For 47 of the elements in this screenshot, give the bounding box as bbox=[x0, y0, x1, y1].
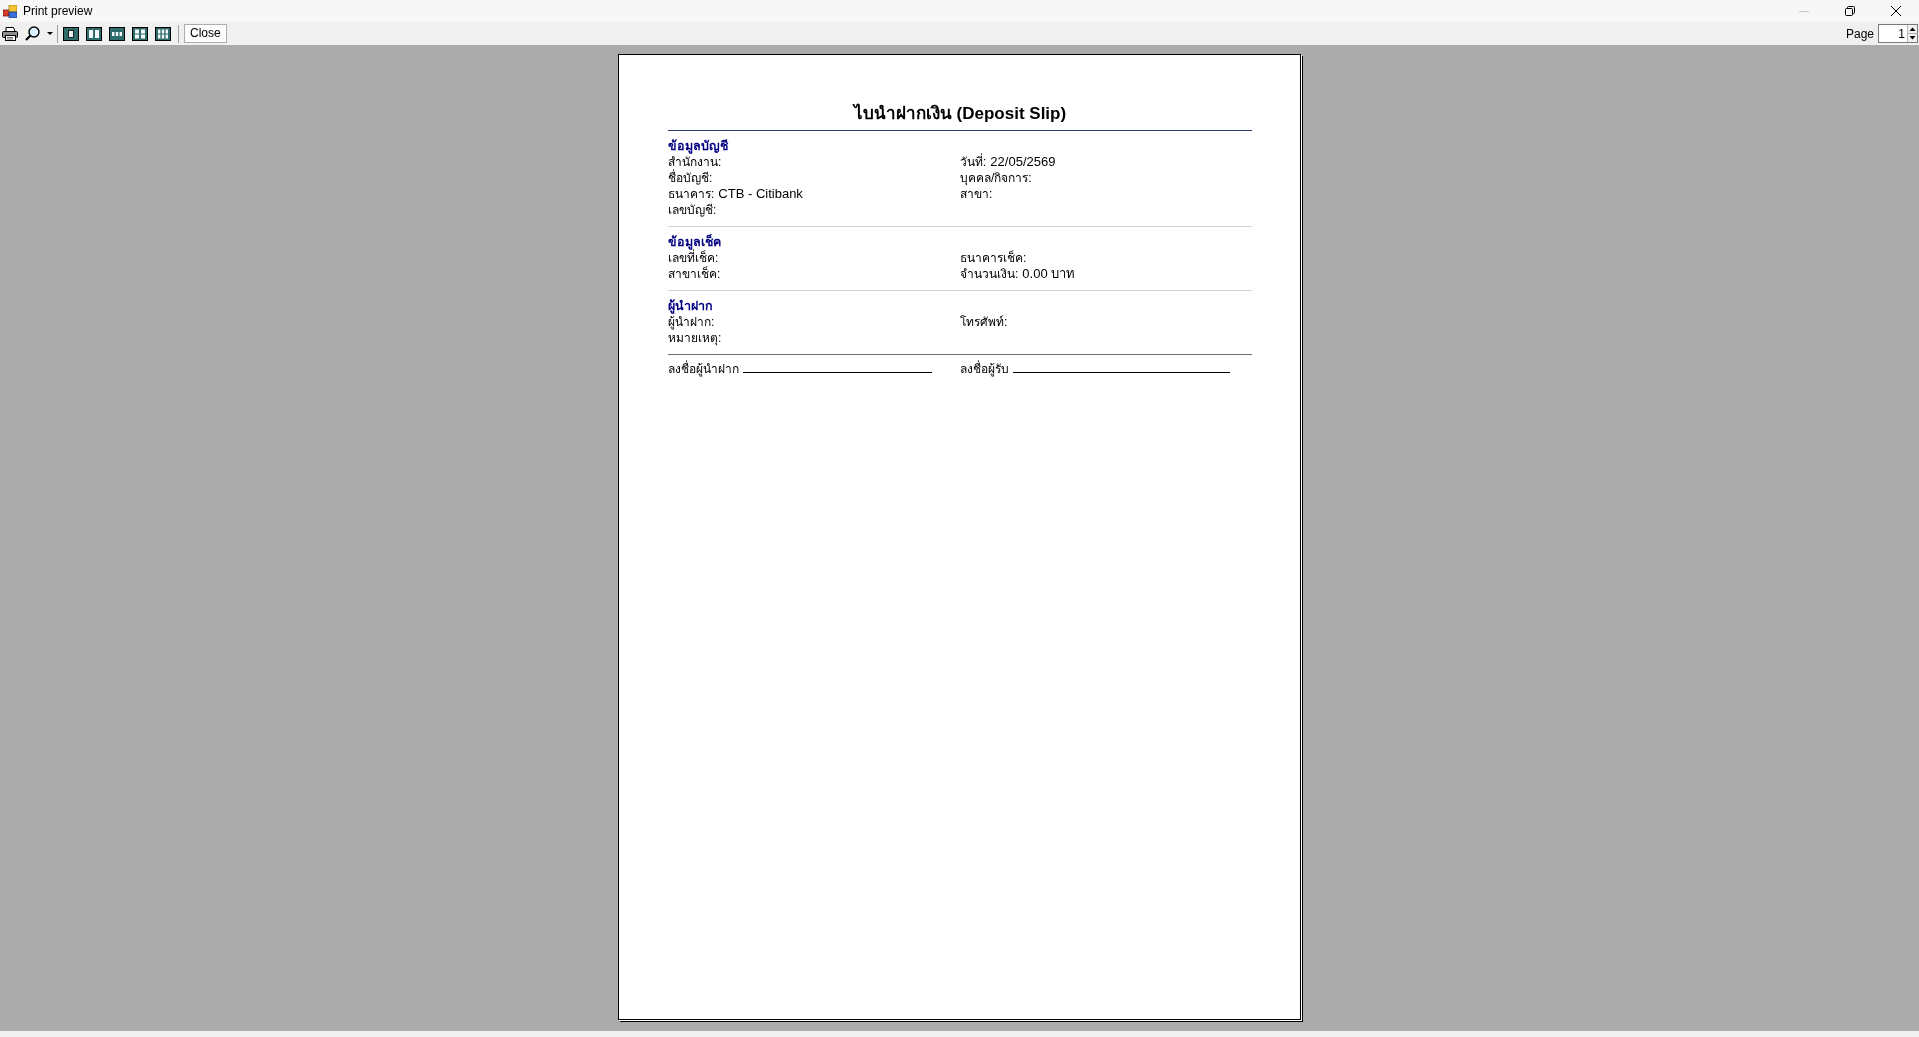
field-label: ผู้นำฝาก: bbox=[668, 314, 715, 330]
field-label: ธนาคารเช็ค: bbox=[960, 250, 1027, 266]
signature-label: ลงชื่อผู้รับ bbox=[960, 361, 1009, 377]
printer-icon bbox=[2, 26, 18, 41]
one-page-view-button[interactable] bbox=[63, 25, 79, 42]
field-value: 22/05/2569 bbox=[990, 154, 1056, 170]
three-pages-icon bbox=[109, 26, 125, 41]
close-preview-button[interactable]: Close bbox=[184, 24, 227, 43]
close-icon bbox=[1891, 6, 1901, 16]
field-label: ธนาคาร: bbox=[668, 186, 715, 202]
print-button[interactable] bbox=[2, 25, 18, 42]
field-label: โทรศัพท์: bbox=[960, 314, 1008, 330]
one-page-icon bbox=[63, 26, 79, 41]
zoom-button[interactable] bbox=[25, 25, 53, 42]
document-title: ไบนำฝากเงิน (Deposit Slip) bbox=[853, 102, 1067, 125]
section-heading: ข้อมูลเช็ค bbox=[668, 234, 721, 250]
field-label: ชื่อบัญชี: bbox=[668, 170, 713, 186]
signature-label: ลงชื่อผู้นำฝาก bbox=[668, 361, 739, 377]
app-icon bbox=[3, 4, 17, 18]
three-pages-view-button[interactable] bbox=[109, 25, 125, 42]
four-pages-icon bbox=[132, 26, 148, 41]
restore-icon bbox=[1845, 6, 1855, 16]
two-pages-icon bbox=[86, 26, 102, 41]
magnifier-icon bbox=[25, 26, 40, 41]
field-label: เลขบัญชี: bbox=[668, 202, 717, 218]
section-heading: ผู้นำฝาก bbox=[668, 298, 713, 314]
four-pages-view-button[interactable] bbox=[132, 25, 148, 42]
field-label: จำนวนเงิน: bbox=[960, 266, 1019, 282]
spin-arrows-icon[interactable] bbox=[1907, 24, 1918, 43]
two-pages-view-button[interactable] bbox=[86, 25, 102, 42]
field-value: 0.00 บาท bbox=[1022, 266, 1076, 282]
window-title: Print preview bbox=[23, 4, 93, 18]
page-label: Page bbox=[1845, 26, 1874, 41]
field-value: CTB - Citibank bbox=[718, 186, 803, 202]
caret-icon bbox=[47, 32, 53, 35]
field-label: หมายเหตุ: bbox=[668, 330, 722, 346]
page-number-field[interactable]: 1 bbox=[1878, 24, 1907, 43]
field-label: วันที่: bbox=[960, 154, 987, 170]
field-label: เลขที่เช็ค: bbox=[668, 250, 719, 266]
field-label: สาขา: bbox=[960, 186, 993, 202]
six-pages-icon bbox=[155, 26, 171, 41]
six-pages-view-button[interactable] bbox=[155, 25, 171, 42]
section-heading: ข้อมูลบัญชี bbox=[668, 138, 728, 154]
field-label: บุคคล/กิจการ: bbox=[960, 170, 1032, 186]
field-label: สาขาเช็ค: bbox=[668, 266, 721, 282]
field-label: สำนักงาน: bbox=[668, 154, 722, 169]
minimize-icon bbox=[1799, 10, 1809, 12]
